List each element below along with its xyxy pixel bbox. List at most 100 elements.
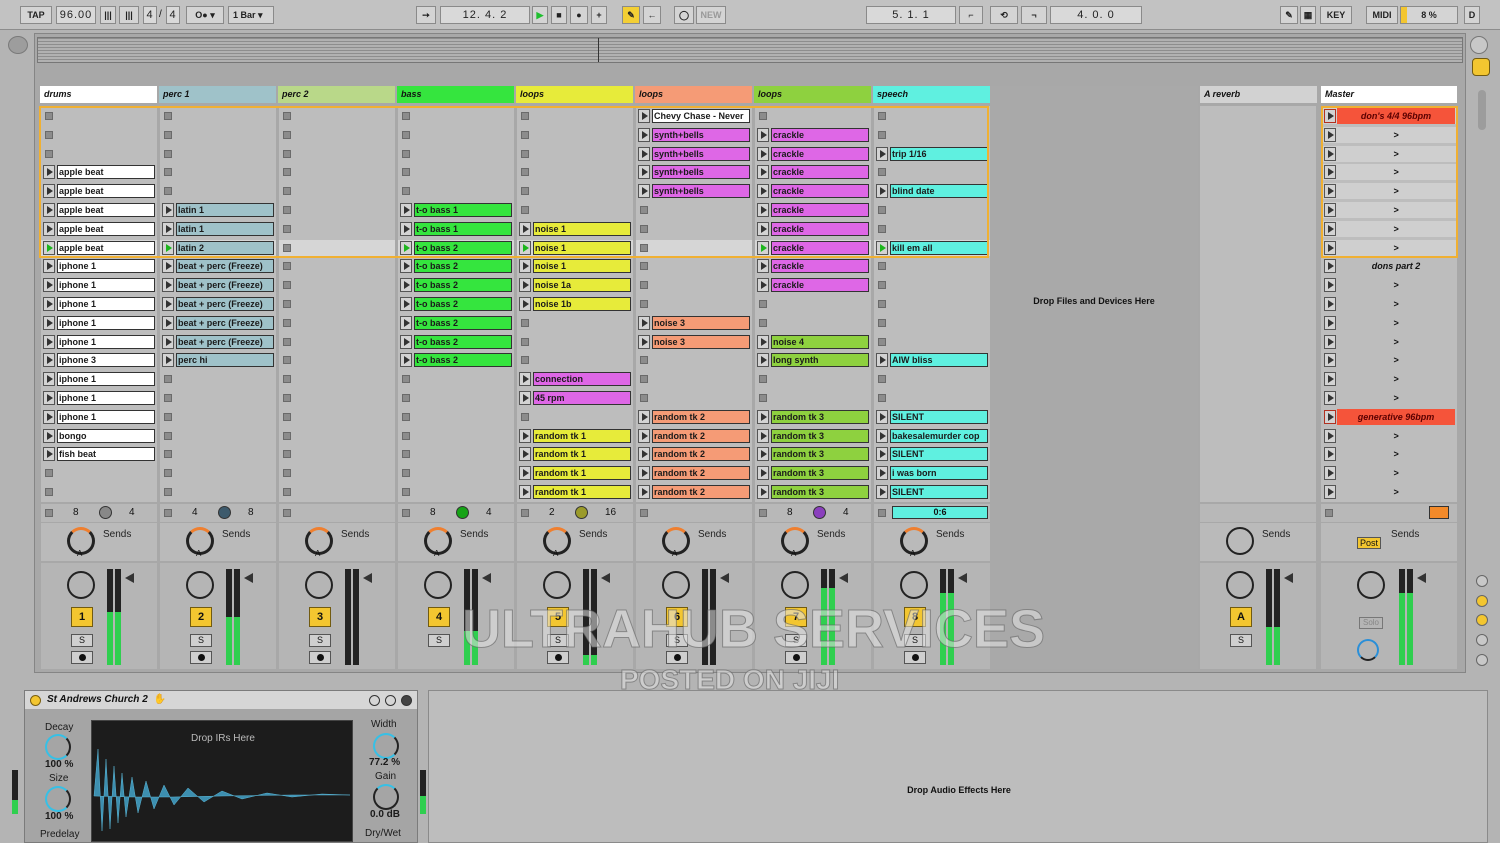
clip-slot[interactable] <box>41 465 157 481</box>
scene-launch-icon[interactable] <box>1324 315 1336 330</box>
clip-name[interactable]: random tk 1 <box>533 447 631 462</box>
track-stop-icon[interactable] <box>640 509 648 517</box>
clip-stop-icon[interactable] <box>283 130 291 139</box>
clip-stop-icon[interactable] <box>640 394 648 402</box>
clip-name[interactable]: beat + perc (Freeze) <box>176 297 274 311</box>
clip-stop-icon[interactable] <box>164 187 172 196</box>
clip-stop-icon[interactable] <box>283 431 291 440</box>
clip-slot[interactable]: synth+bells <box>636 183 752 199</box>
clip-slot[interactable] <box>279 183 395 199</box>
clip-name[interactable]: random tk 2 <box>652 485 750 499</box>
control-knob[interactable] <box>99 506 112 519</box>
clip-slot[interactable] <box>279 239 395 256</box>
clip-slot[interactable] <box>874 221 990 237</box>
clip-stop-icon[interactable] <box>283 375 291 384</box>
clip-slot[interactable] <box>874 296 990 312</box>
clip-name[interactable]: SILENT <box>890 485 988 499</box>
clip-slot[interactable] <box>160 446 276 462</box>
clip-slot[interactable]: SILENT <box>874 409 990 425</box>
clip-launch-icon[interactable] <box>876 240 888 255</box>
scene-slot[interactable]: > <box>1323 484 1457 500</box>
scene-name[interactable]: generative 96bpm <box>1337 408 1455 425</box>
clip-name[interactable]: trip 1/16 <box>890 146 988 161</box>
scene-slot[interactable]: > <box>1323 352 1457 368</box>
clip-slot[interactable]: t-o bass 2 <box>398 258 514 274</box>
clip-slot[interactable]: latin 1 <box>160 221 276 237</box>
scene-launch-icon[interactable] <box>1324 165 1336 180</box>
clip-name[interactable]: random tk 1 <box>533 485 631 499</box>
clip-slot[interactable] <box>279 315 395 331</box>
scene-launch-icon[interactable] <box>1324 184 1336 199</box>
clip-slot[interactable]: kill em all <box>874 239 990 256</box>
clip-name[interactable]: crackle <box>771 240 869 255</box>
clip-name[interactable]: random tk 3 <box>771 485 869 499</box>
clip-name[interactable]: t-o bass 2 <box>414 297 512 311</box>
clip-slot[interactable] <box>874 277 990 293</box>
clip-launch-icon[interactable] <box>757 165 769 180</box>
clip-name[interactable]: long synth <box>771 353 869 368</box>
scene-launch-icon[interactable] <box>1324 409 1336 424</box>
clip-slot[interactable]: noise 1 <box>517 221 633 237</box>
clip-slot[interactable] <box>874 258 990 274</box>
clip-slot[interactable] <box>398 164 514 180</box>
clip-slot[interactable] <box>160 409 276 425</box>
track-header[interactable]: drums <box>40 86 157 103</box>
volume-fader-pointer[interactable] <box>839 573 848 583</box>
scene-name[interactable]: > <box>1337 240 1455 256</box>
clip-slot[interactable]: random tk 1 <box>517 484 633 500</box>
return-send-knob[interactable] <box>1226 527 1254 555</box>
clip-stop-icon[interactable] <box>878 112 886 120</box>
clip-slot[interactable] <box>755 315 871 331</box>
clip-stop-icon[interactable] <box>521 112 529 120</box>
scene-launch-icon[interactable] <box>1324 391 1336 405</box>
clip-launch-icon[interactable] <box>162 278 174 293</box>
clip-launch-icon[interactable] <box>638 127 650 142</box>
clip-slot[interactable]: synth+bells <box>636 127 752 143</box>
clip-launch-icon[interactable] <box>757 240 769 255</box>
clip-name[interactable]: synth+bells <box>652 127 750 142</box>
clip-launch-icon[interactable] <box>400 297 412 311</box>
arm-button[interactable] <box>309 651 331 664</box>
clip-launch-icon[interactable] <box>757 334 769 349</box>
clip-launch-icon[interactable] <box>162 221 174 236</box>
clip-launch-icon[interactable] <box>876 409 888 424</box>
clip-launch-icon[interactable] <box>400 334 412 349</box>
clip-stop-icon[interactable] <box>521 187 529 196</box>
clip-slot[interactable]: beat + perc (Freeze) <box>160 277 276 293</box>
clip-stop-icon[interactable] <box>521 149 529 158</box>
clip-name[interactable]: kill em all <box>890 240 988 255</box>
clip-stop-icon[interactable] <box>45 149 53 158</box>
clip-name[interactable]: noise 1 <box>533 221 631 236</box>
clip-slot[interactable]: apple beat <box>41 164 157 180</box>
clip-stop-icon[interactable] <box>283 450 291 459</box>
clip-slot[interactable] <box>636 221 752 237</box>
clip-name[interactable]: iphone 1 <box>57 297 155 311</box>
clip-launch-icon[interactable] <box>519 485 531 499</box>
clip-slot[interactable]: beat + perc (Freeze) <box>160 296 276 312</box>
pan-knob[interactable] <box>543 571 571 599</box>
scene-name[interactable]: > <box>1337 446 1455 462</box>
scene-name[interactable]: > <box>1337 484 1455 500</box>
clip-stop-icon[interactable] <box>283 149 291 158</box>
clip-launch-icon[interactable] <box>400 259 412 274</box>
punch-in-icon[interactable]: ⌐ <box>959 6 983 24</box>
automation-arm-button[interactable]: ✎ <box>622 6 640 24</box>
clip-stop-icon[interactable] <box>164 394 172 402</box>
clip-slot[interactable]: random tk 3 <box>755 409 871 425</box>
track-header[interactable]: loops <box>635 86 752 103</box>
clip-stop-icon[interactable] <box>164 412 172 421</box>
clip-launch-icon[interactable] <box>638 466 650 481</box>
scene-slot[interactable]: > <box>1323 164 1457 181</box>
clip-stop-icon[interactable] <box>640 375 648 384</box>
clip-launch-icon[interactable] <box>400 353 412 368</box>
clip-slot[interactable]: Chevy Chase - Never <box>636 108 752 124</box>
volume-fader-pointer[interactable] <box>1284 573 1293 583</box>
scene-name[interactable]: > <box>1337 146 1455 162</box>
clip-name[interactable]: synth+bells <box>652 165 750 180</box>
scene-slot[interactable]: don's 4/4 96bpm <box>1323 108 1457 124</box>
clip-slot[interactable] <box>874 371 990 387</box>
clip-launch-icon[interactable] <box>43 409 55 424</box>
clip-stop-icon[interactable] <box>521 130 529 139</box>
follow-button[interactable]: ➙ <box>416 6 436 24</box>
clip-name[interactable]: synth+bells <box>652 146 750 161</box>
